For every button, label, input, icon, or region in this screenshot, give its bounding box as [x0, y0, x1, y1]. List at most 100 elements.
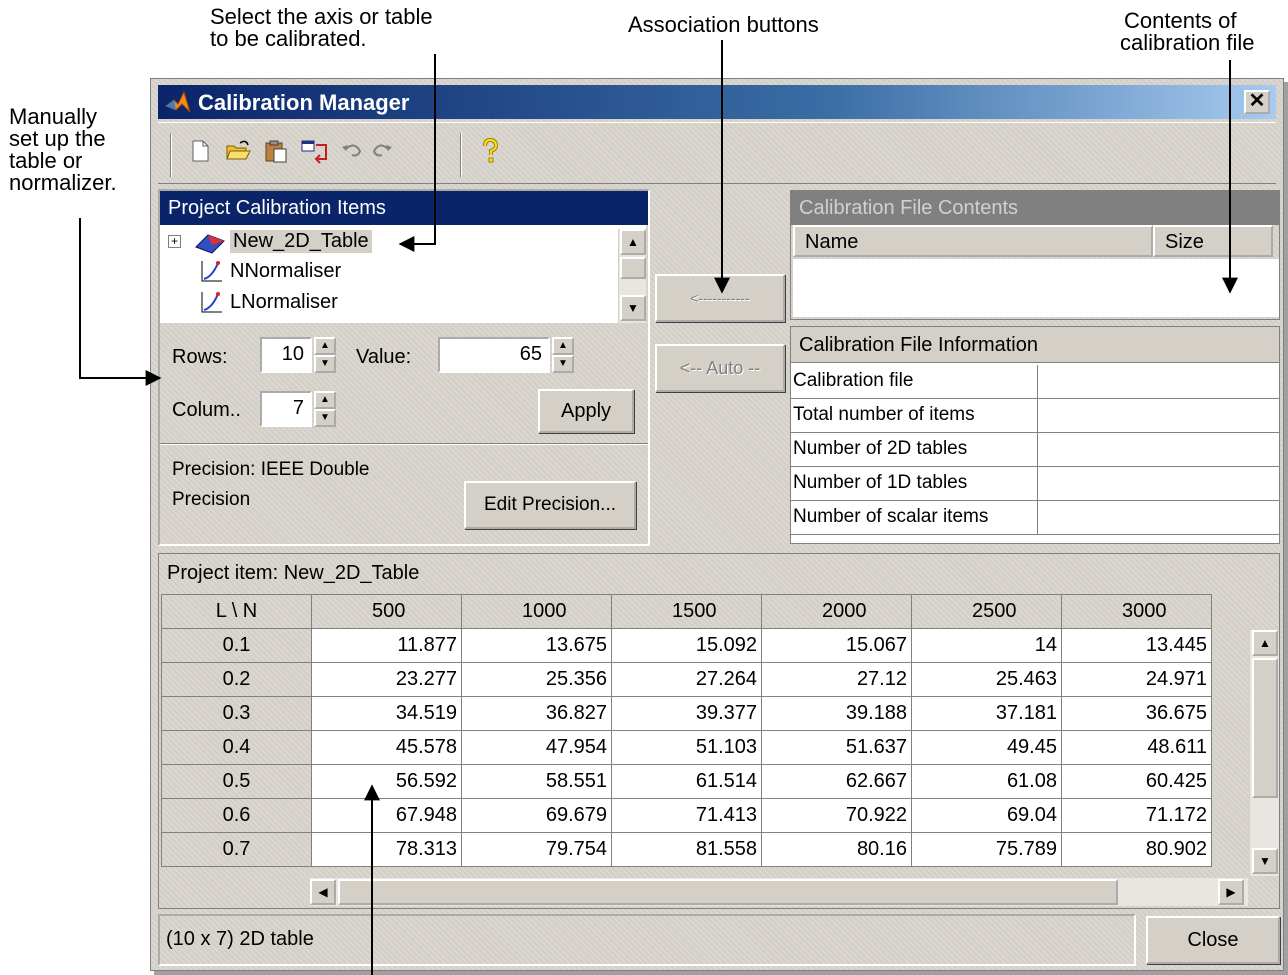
table-cell[interactable]: 69.04	[911, 798, 1062, 833]
spin-up-icon[interactable]: ▲	[314, 337, 336, 355]
row-header[interactable]: 0.1	[161, 628, 312, 663]
table-cell[interactable]: 78.313	[311, 832, 462, 867]
scroll-left-icon[interactable]: ◀	[310, 879, 336, 905]
table-cell[interactable]: 80.902	[1061, 832, 1212, 867]
table-cell[interactable]: 27.264	[611, 662, 762, 697]
title-bar[interactable]: Calibration Manager ✕	[158, 85, 1276, 119]
value-input[interactable]: 65	[438, 337, 550, 373]
apply-button[interactable]: Apply	[538, 389, 634, 433]
scroll-up-icon[interactable]: ▲	[1252, 630, 1278, 656]
grid-horizontal-scrollbar[interactable]: ◀ ▶	[310, 878, 1248, 906]
columns-spinner[interactable]: ▲ ▼	[314, 391, 336, 427]
table-cell[interactable]: 67.948	[311, 798, 462, 833]
auto-associate-button[interactable]: <-- Auto --	[655, 344, 785, 392]
tree-item-lnormaliser[interactable]: LNormaliser	[166, 288, 466, 318]
row-header[interactable]: 0.4	[161, 730, 312, 765]
table-cell[interactable]: 14	[911, 628, 1062, 663]
table-cell[interactable]: 75.789	[911, 832, 1062, 867]
table-cell[interactable]: 45.578	[311, 730, 462, 765]
edit-precision-button[interactable]: Edit Precision...	[464, 481, 636, 529]
rows-input[interactable]: 10	[260, 337, 312, 373]
table-row[interactable]: 0.2 23.277 25.356 27.264 27.12 25.463 24.971	[161, 662, 1212, 697]
table-row[interactable]: 0.6 67.948 69.679 71.413 70.922 69.04 71.172	[161, 798, 1212, 833]
value-spinner[interactable]: ▲ ▼	[552, 337, 574, 373]
spin-down-icon[interactable]: ▼	[314, 355, 336, 373]
paste-icon[interactable]	[262, 137, 290, 165]
scroll-down-icon[interactable]: ▼	[1252, 848, 1278, 874]
column-header[interactable]: 1500	[611, 594, 762, 629]
calibration-table[interactable]: L \ N 500 1000 1500 2000 2500 3000 0.1 11…	[161, 594, 1212, 867]
table-cell[interactable]: 15.092	[611, 628, 762, 663]
close-button[interactable]: Close	[1146, 916, 1280, 964]
table-row[interactable]: 0.5 56.592 58.551 61.514 62.667 61.08 60.425	[161, 764, 1212, 799]
redo-icon[interactable]	[368, 137, 396, 165]
row-header[interactable]: 0.3	[161, 696, 312, 731]
spin-down-icon[interactable]: ▼	[314, 409, 336, 427]
column-header[interactable]: 1000	[461, 594, 612, 629]
table-cell[interactable]: 60.425	[1061, 764, 1212, 799]
open-icon[interactable]	[224, 137, 252, 165]
undo-icon[interactable]	[338, 137, 366, 165]
table-cell[interactable]: 24.971	[1061, 662, 1212, 697]
table-cell[interactable]: 39.377	[611, 696, 762, 731]
table-row[interactable]: 0.3 34.519 36.827 39.377 39.188 37.181 36.675	[161, 696, 1212, 731]
scroll-thumb[interactable]	[338, 879, 1118, 905]
scroll-thumb[interactable]	[620, 257, 646, 279]
column-header[interactable]: 2500	[911, 594, 1062, 629]
help-icon[interactable]	[476, 137, 504, 165]
table-cell[interactable]: 62.667	[761, 764, 912, 799]
table-cell[interactable]: 61.08	[911, 764, 1062, 799]
spin-up-icon[interactable]: ▲	[552, 337, 574, 355]
table-cell[interactable]: 15.067	[761, 628, 912, 663]
table-cell[interactable]: 71.413	[611, 798, 762, 833]
table-cell[interactable]: 36.827	[461, 696, 612, 731]
table-cell[interactable]: 69.679	[461, 798, 612, 833]
table-cell[interactable]: 36.675	[1061, 696, 1212, 731]
table-cell[interactable]: 48.611	[1061, 730, 1212, 765]
tree-item-new-2d-table[interactable]: + New_2D_Table	[166, 227, 466, 257]
table-cell[interactable]: 11.877	[311, 628, 462, 663]
table-cell[interactable]: 25.463	[911, 662, 1062, 697]
rows-spinner[interactable]: ▲ ▼	[314, 337, 336, 373]
table-cell[interactable]: 37.181	[911, 696, 1062, 731]
column-header-name[interactable]: Name	[793, 225, 1153, 257]
window-close-button[interactable]: ✕	[1244, 90, 1270, 114]
table-cell[interactable]: 81.558	[611, 832, 762, 867]
table-row[interactable]: 0.4 45.578 47.954 51.103 51.637 49.45 48.611	[161, 730, 1212, 765]
row-header[interactable]: 0.5	[161, 764, 312, 799]
table-cell[interactable]: 25.356	[461, 662, 612, 697]
spin-down-icon[interactable]: ▼	[552, 355, 574, 373]
row-header[interactable]: 0.7	[161, 832, 312, 867]
column-header[interactable]: 3000	[1061, 594, 1212, 629]
calibration-items-tree[interactable]: + New_2D_Table NNormaliser LNormaliser ▲…	[160, 225, 646, 323]
column-header[interactable]: 2000	[761, 594, 912, 629]
associate-button[interactable]: <-----------	[655, 274, 785, 322]
row-header[interactable]: 0.6	[161, 798, 312, 833]
table-cell[interactable]: 13.445	[1061, 628, 1212, 663]
table-cell[interactable]: 34.519	[311, 696, 462, 731]
table-cell[interactable]: 47.954	[461, 730, 612, 765]
table-cell[interactable]: 49.45	[911, 730, 1062, 765]
table-cell[interactable]: 51.103	[611, 730, 762, 765]
table-row[interactable]: 0.1 11.877 13.675 15.092 15.067 14 13.445	[161, 628, 1212, 663]
table-cell[interactable]: 61.514	[611, 764, 762, 799]
associate-icon[interactable]	[300, 137, 328, 165]
tree-scrollbar[interactable]: ▲ ▼	[618, 229, 646, 323]
scroll-down-icon[interactable]: ▼	[620, 295, 646, 321]
table-cell[interactable]: 58.551	[461, 764, 612, 799]
columns-input[interactable]: 7	[260, 391, 312, 427]
table-cell[interactable]: 79.754	[461, 832, 612, 867]
table-cell[interactable]: 39.188	[761, 696, 912, 731]
table-cell[interactable]: 23.277	[311, 662, 462, 697]
column-header[interactable]: 500	[311, 594, 462, 629]
tree-item-nnormaliser[interactable]: NNormaliser	[166, 257, 466, 287]
spin-up-icon[interactable]: ▲	[314, 391, 336, 409]
table-row[interactable]: 0.7 78.313 79.754 81.558 80.16 75.789 80.902	[161, 832, 1212, 867]
expand-icon[interactable]: +	[168, 235, 181, 248]
column-header-size[interactable]: Size	[1153, 225, 1273, 257]
file-contents-list[interactable]	[793, 259, 1279, 317]
scroll-right-icon[interactable]: ▶	[1218, 879, 1244, 905]
new-icon[interactable]	[186, 137, 214, 165]
table-cell[interactable]: 13.675	[461, 628, 612, 663]
row-header[interactable]: 0.2	[161, 662, 312, 697]
